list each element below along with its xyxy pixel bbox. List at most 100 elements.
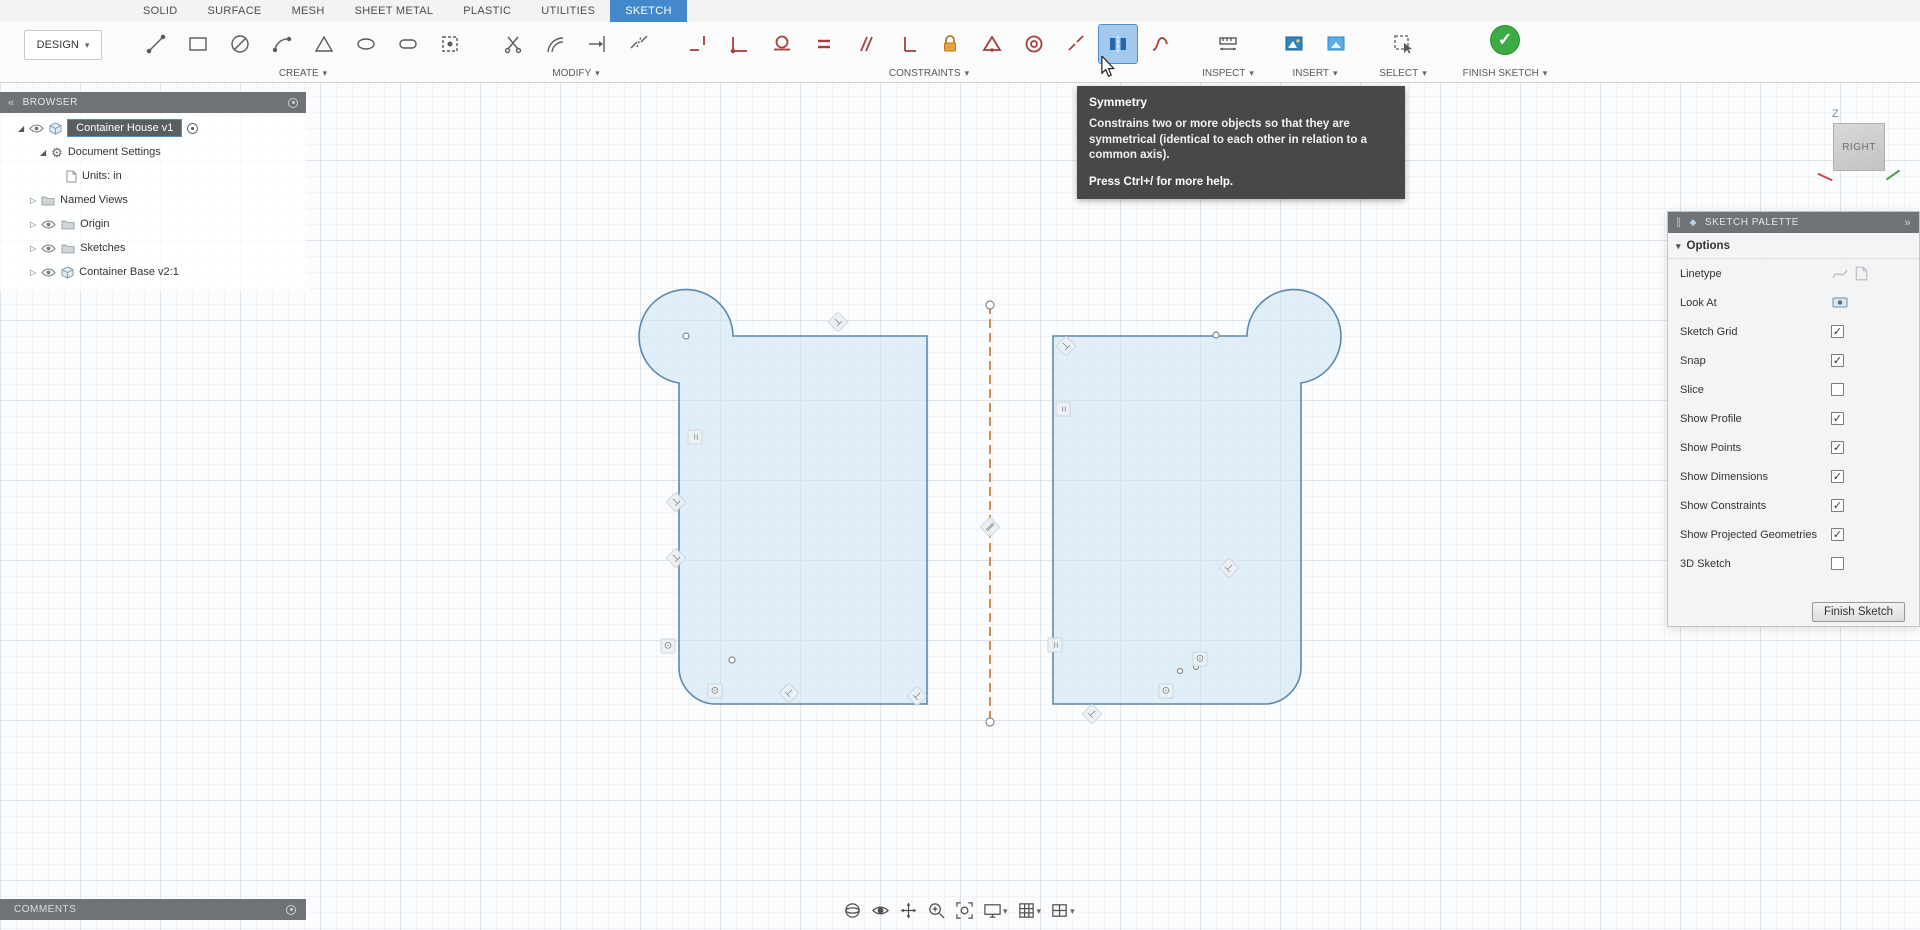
show-projected-geometries-checkbox[interactable]: [1831, 528, 1844, 541]
select-group-label[interactable]: SELECT: [1379, 68, 1418, 79]
zoom-icon[interactable]: [927, 901, 946, 920]
show-points-checkbox[interactable]: [1831, 441, 1844, 454]
curvature-constraint-icon[interactable]: [1141, 25, 1179, 63]
equal-constraint-badge[interactable]: =: [1047, 637, 1063, 653]
tree-row-root[interactable]: Container House v1: [0, 116, 306, 140]
equal-constraint-icon[interactable]: [805, 25, 843, 63]
tab-mesh[interactable]: MESH: [277, 0, 340, 22]
viewcube[interactable]: Z RIGHT: [1815, 100, 1920, 195]
expand-gnomon-icon[interactable]: [18, 122, 24, 134]
coincident-constraint-icon[interactable]: [721, 25, 759, 63]
trim-scissors-icon[interactable]: [494, 25, 532, 63]
arc-tool-icon[interactable]: [263, 25, 301, 63]
snap-checkbox[interactable]: [1831, 354, 1844, 367]
tree-row-sketches[interactable]: Sketches: [0, 236, 306, 260]
tree-row-container-base[interactable]: Container Base v2:1: [0, 260, 306, 284]
3d-sketch-checkbox[interactable]: [1831, 557, 1844, 570]
tab-solid[interactable]: SOLID: [128, 0, 193, 22]
expand-gnomon-icon[interactable]: [40, 146, 46, 158]
design-workspace-dropdown[interactable]: DESIGN: [24, 30, 102, 60]
tab-surface[interactable]: SURFACE: [193, 0, 277, 22]
measure-tool-icon[interactable]: [1209, 25, 1247, 63]
finish-sketch-check-icon[interactable]: ✓: [1490, 25, 1520, 55]
circle-tool-icon[interactable]: [221, 25, 259, 63]
fit-view-icon[interactable]: [955, 901, 974, 920]
select-marquee-icon[interactable]: [1384, 25, 1422, 63]
drag-grip-icon[interactable]: [1676, 217, 1682, 228]
fix-constraint-badge[interactable]: ⊙: [1158, 683, 1174, 699]
line-tool-icon[interactable]: [137, 25, 175, 63]
finish-sketch-group-label[interactable]: FINISH SKETCH: [1463, 68, 1539, 79]
point-tool-icon[interactable]: [431, 25, 469, 63]
show-dimensions-checkbox[interactable]: [1831, 470, 1844, 483]
activate-component-radio[interactable]: [187, 122, 199, 134]
offset-tool-icon[interactable]: [536, 25, 574, 63]
expand-triangle-icon[interactable]: [30, 266, 36, 278]
sketch-profile-right[interactable]: [1052, 288, 1342, 705]
comments-indicator-icon[interactable]: [286, 904, 296, 915]
tab-sketch[interactable]: SKETCH: [610, 0, 687, 22]
visibility-eye-icon[interactable]: [29, 123, 44, 134]
sketch-grid-checkbox[interactable]: [1831, 325, 1844, 338]
look-at-icon[interactable]: [871, 901, 890, 920]
comments-bar[interactable]: COMMENTS: [0, 899, 306, 920]
finish-sketch-button[interactable]: Finish Sketch: [1811, 602, 1905, 622]
polygon-tool-icon[interactable]: [305, 25, 343, 63]
pan-icon[interactable]: [899, 901, 918, 920]
tree-row-origin[interactable]: Origin: [0, 212, 306, 236]
browser-header[interactable]: BROWSER: [0, 92, 306, 113]
ellipse-tool-icon[interactable]: [347, 25, 385, 63]
linetype-curve-icon[interactable]: [1831, 266, 1849, 282]
insert-decal-icon[interactable]: [1275, 25, 1313, 63]
display-settings-icon[interactable]: [983, 901, 1008, 920]
inspect-group-label[interactable]: INSPECT: [1202, 68, 1245, 79]
fix-constraint-badge[interactable]: ⊙: [1192, 651, 1208, 667]
expand-triangle-icon[interactable]: [30, 218, 36, 230]
tree-row-named-views[interactable]: Named Views: [0, 188, 306, 212]
section-collapse-icon[interactable]: [1676, 240, 1681, 252]
create-group-label[interactable]: CREATE: [279, 68, 319, 79]
visibility-eye-icon[interactable]: [41, 219, 56, 230]
fix-constraint-badge[interactable]: ⊙: [660, 638, 676, 654]
equal-constraint-badge[interactable]: =: [687, 429, 703, 445]
show-constraints-checkbox[interactable]: [1831, 499, 1844, 512]
visibility-eye-icon[interactable]: [41, 267, 56, 278]
break-tool-icon[interactable]: [620, 25, 658, 63]
tree-row-units[interactable]: Units: in: [0, 164, 306, 188]
browser-target-icon[interactable]: [288, 97, 298, 108]
tab-utilities[interactable]: UTILITIES: [526, 0, 610, 22]
rectangle-tool-icon[interactable]: [179, 25, 217, 63]
horizontal-vertical-constraint-icon[interactable]: [679, 25, 717, 63]
expand-triangle-icon[interactable]: [30, 194, 36, 206]
orbit-icon[interactable]: [843, 901, 862, 920]
show-profile-checkbox[interactable]: [1831, 412, 1844, 425]
parallel-constraint-icon[interactable]: [847, 25, 885, 63]
fix-lock-constraint-icon[interactable]: [931, 25, 969, 63]
tangent-constraint-icon[interactable]: [763, 25, 801, 63]
viewports-icon[interactable]: [1050, 901, 1075, 920]
fix-constraint-badge[interactable]: ⊙: [707, 683, 723, 699]
insert-group-label[interactable]: INSERT: [1292, 68, 1329, 79]
tree-row-document-settings[interactable]: ⚙ Document Settings: [0, 140, 306, 164]
look-at-icon[interactable]: [1831, 294, 1849, 311]
root-component-name[interactable]: Container House v1: [67, 119, 183, 137]
perpendicular-constraint-icon[interactable]: [889, 25, 927, 63]
viewcube-face[interactable]: RIGHT: [1833, 123, 1885, 171]
expand-triangle-icon[interactable]: [30, 242, 36, 254]
tab-sheet-metal[interactable]: SHEET METAL: [340, 0, 449, 22]
collapse-panel-icon[interactable]: [1904, 217, 1911, 229]
extend-tool-icon[interactable]: [578, 25, 616, 63]
slice-checkbox[interactable]: [1831, 383, 1844, 396]
linetype-page-icon[interactable]: [1855, 266, 1868, 281]
collinear-constraint-icon[interactable]: [1057, 25, 1095, 63]
tab-plastic[interactable]: PLASTIC: [448, 0, 526, 22]
collapse-panel-icon[interactable]: [8, 97, 15, 109]
concentric-constraint-icon[interactable]: [1015, 25, 1053, 63]
equal-constraint-badge[interactable]: =: [1055, 401, 1071, 417]
modify-group-label[interactable]: MODIFY: [552, 68, 591, 79]
constraints-group-label[interactable]: CONSTRAINTS: [889, 68, 961, 79]
grid-settings-icon[interactable]: [1017, 901, 1042, 920]
visibility-eye-icon[interactable]: [41, 243, 56, 254]
slot-tool-icon[interactable]: [389, 25, 427, 63]
sketch-palette-header[interactable]: SKETCH PALETTE: [1668, 212, 1919, 233]
